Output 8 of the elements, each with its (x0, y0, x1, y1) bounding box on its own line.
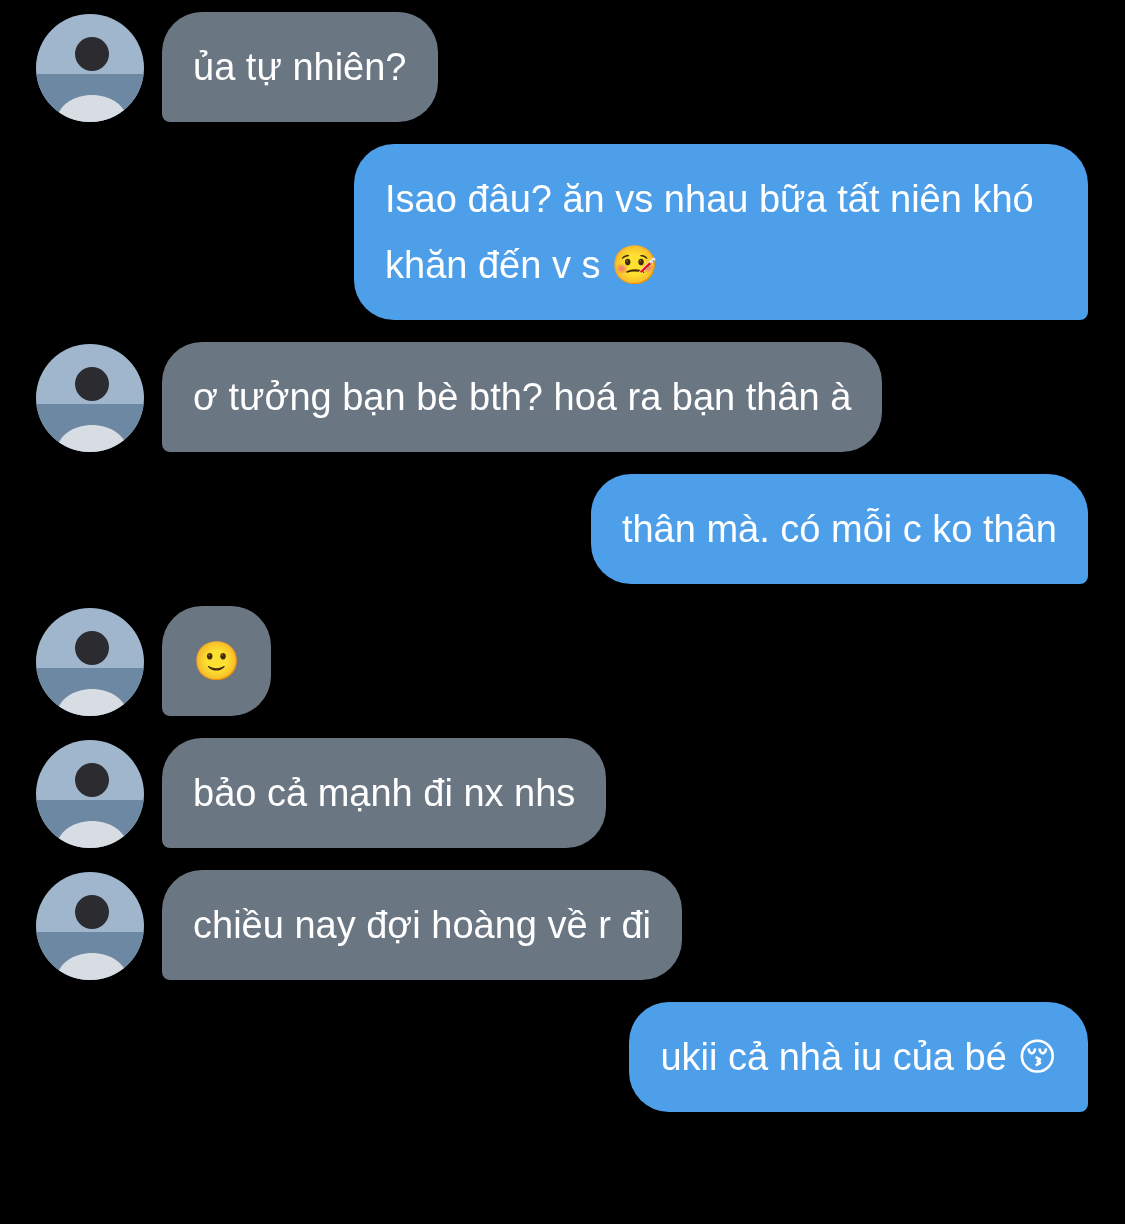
message-bubble: bảo cả mạnh đi nx nhs (162, 738, 607, 848)
message-bubble: Isao đâu? ăn vs nhau bữa tất niên khó khăn đến v s 🤒 (354, 144, 1088, 320)
message-bubble: chiều nay đợi hoàng về r đi (162, 870, 682, 980)
message-bubble: ơ tưởng bạn bè bth? hoá ra bạn thân à (162, 342, 883, 452)
message-bubble: thân mà. có mỗi c ko thân (590, 474, 1088, 584)
message-bubble: ủa tự nhiên? (162, 12, 438, 122)
message-bubble: 🙂 (162, 606, 271, 716)
message-bubble: ukii cả nhà iu của bé 😚 (629, 1002, 1088, 1112)
